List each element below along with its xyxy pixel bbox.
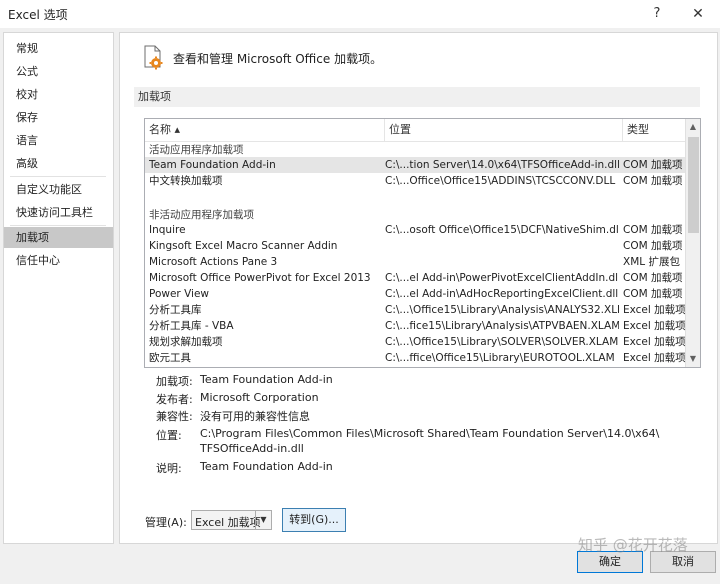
table-row[interactable]: Microsoft Office PowerPivot for Excel 20… xyxy=(145,270,685,286)
sidebar-item-advanced[interactable]: 高级 xyxy=(4,153,113,174)
row-type: XML 扩展包 xyxy=(623,256,680,268)
sidebar-item-addins[interactable]: 加载项 xyxy=(4,227,113,248)
row-name: 分析工具库 xyxy=(149,304,202,316)
table-row[interactable]: Inquire C:\...osoft Office\Office15\DCF\… xyxy=(145,222,685,238)
row-name: Microsoft Actions Pane 3 xyxy=(149,256,278,268)
row-type: Excel 加载项 xyxy=(623,336,685,348)
sidebar-divider xyxy=(10,176,106,177)
row-location: C:\...tion Server\14.0\x64\TFSOfficeAdd-… xyxy=(385,159,619,171)
row-name: Power View xyxy=(149,288,210,300)
detail-location-label: 位置: xyxy=(156,429,182,442)
detail-location-line1: C:\Program Files\Common Files\Microsoft … xyxy=(200,427,660,440)
chevron-down-icon[interactable]: ▼ xyxy=(255,511,271,529)
row-type: Excel 加载项 xyxy=(623,352,685,364)
row-name: 中文转换加载项 xyxy=(149,175,223,187)
main-panel: 查看和管理 Microsoft Office 加载项。 加载项 名称 ▴ 位置 … xyxy=(119,32,718,544)
row-type: Excel 加载项 xyxy=(623,320,685,332)
list-scrollbar[interactable]: ▲ ▼ xyxy=(685,119,700,367)
goto-button[interactable]: 转到(G)... xyxy=(282,508,346,532)
table-row[interactable]: 欧元工具 C:\...ffice\Office15\Library\EUROTO… xyxy=(145,350,685,366)
column-header-type[interactable]: 类型 xyxy=(623,119,685,141)
table-row[interactable]: Power View C:\...el Add-in\AdHocReportin… xyxy=(145,286,685,302)
section-title: 加载项 xyxy=(134,87,700,107)
sidebar-item-customize-ribbon[interactable]: 自定义功能区 xyxy=(4,179,113,200)
sidebar-item-quick-access-toolbar[interactable]: 快速访问工具栏 xyxy=(4,202,113,223)
row-name: 欧元工具 xyxy=(149,352,191,364)
table-row[interactable]: 中文转换加载项 C:\...Office\Office15\ADDINS\TCS… xyxy=(145,173,685,189)
detail-desc-value: Team Foundation Add-in xyxy=(200,460,333,473)
scroll-up-arrow-icon[interactable]: ▲ xyxy=(686,119,700,135)
row-location: C:\...el Add-in\PowerPivotExcelClientAdd… xyxy=(385,272,619,284)
sidebar: 常规 公式 校对 保存 语言 高级 自定义功能区 快速访问工具栏 加载项 信任中… xyxy=(3,32,114,544)
close-button[interactable]: ✕ xyxy=(687,4,709,24)
row-location: C:\...ffice\Office15\Library\EUROTOOL.XL… xyxy=(385,352,615,364)
row-name: Microsoft Office PowerPivot for Excel 20… xyxy=(149,272,371,284)
table-row[interactable]: Kingsoft Excel Macro Scanner Addin COM 加… xyxy=(145,238,685,254)
manage-label: 管理(A): xyxy=(145,516,187,529)
row-name: Team Foundation Add-in xyxy=(149,159,276,171)
table-row[interactable]: 规划求解加载项 C:\...\Office15\Library\SOLVER\S… xyxy=(145,334,685,350)
row-location: C:\...el Add-in\AdHocReportingExcelClien… xyxy=(385,288,619,300)
detail-desc-label: 说明: xyxy=(156,462,182,475)
sidebar-item-trust-center[interactable]: 信任中心 xyxy=(4,250,113,271)
detail-compat-value: 没有可用的兼容性信息 xyxy=(200,410,310,423)
row-name: Kingsoft Excel Macro Scanner Addin xyxy=(149,240,338,252)
row-name: 规划求解加载项 xyxy=(149,336,223,348)
detail-addin-value: Team Foundation Add-in xyxy=(200,373,333,386)
detail-location-line2: TFSOfficeAdd-in.dll xyxy=(200,442,304,455)
sidebar-item-formulas[interactable]: 公式 xyxy=(4,61,113,82)
page-header-text: 查看和管理 Microsoft Office 加载项。 xyxy=(173,52,383,66)
addins-settings-icon xyxy=(144,45,163,70)
row-location: C:\...osoft Office\Office15\DCF\NativeSh… xyxy=(385,224,619,236)
row-location: C:\...\Office15\Library\Analysis\ANALYS3… xyxy=(385,304,619,316)
row-location: C:\...fice15\Library\Analysis\ATPVBAEN.X… xyxy=(385,320,619,332)
row-type: COM 加载项 xyxy=(623,240,683,252)
detail-addin-label: 加载项: xyxy=(156,375,193,388)
sidebar-item-save[interactable]: 保存 xyxy=(4,107,113,128)
sidebar-item-language[interactable]: 语言 xyxy=(4,130,113,151)
addins-list: 名称 ▴ 位置 类型 活动应用程序加载项 Team Foundation Add… xyxy=(144,118,701,368)
row-type: COM 加载项 xyxy=(623,175,683,187)
scroll-down-arrow-icon[interactable]: ▼ xyxy=(686,351,700,367)
row-location: C:\...Office\Office15\ADDINS\TCSCCONV.DL… xyxy=(385,175,616,187)
table-row[interactable]: 分析工具库 - VBA C:\...fice15\Library\Analysi… xyxy=(145,318,685,334)
sidebar-item-general[interactable]: 常规 xyxy=(4,38,113,59)
table-row[interactable]: Team Foundation Add-in C:\...tion Server… xyxy=(145,157,685,173)
help-button[interactable]: ? xyxy=(646,4,668,24)
detail-publisher-value: Microsoft Corporation xyxy=(200,391,319,404)
group-label-active: 活动应用程序加载项 xyxy=(149,144,244,156)
watermark: 知乎 @花开花落 xyxy=(578,536,688,554)
row-name: 分析工具库 - VBA xyxy=(149,320,234,332)
detail-publisher-label: 发布者: xyxy=(156,393,193,406)
row-type: COM 加载项 xyxy=(623,272,683,284)
manage-select-value: Excel 加载项 xyxy=(195,516,261,529)
row-type: COM 加载项 xyxy=(623,159,683,171)
column-header-name[interactable]: 名称 ▴ xyxy=(145,119,385,141)
manage-select[interactable]: Excel 加载项 ▼ xyxy=(191,510,272,530)
row-location: C:\...\Office15\Library\SOLVER\SOLVER.XL… xyxy=(385,336,619,348)
detail-compat-label: 兼容性: xyxy=(156,410,193,423)
column-header-location[interactable]: 位置 xyxy=(385,119,623,141)
row-name: Inquire xyxy=(149,224,186,236)
window-title: Excel 选项 xyxy=(8,8,68,22)
table-row[interactable]: 分析工具库 C:\...\Office15\Library\Analysis\A… xyxy=(145,302,685,318)
table-row[interactable]: Microsoft Actions Pane 3 XML 扩展包 xyxy=(145,254,685,270)
row-type: Excel 加载项 xyxy=(623,304,685,316)
sidebar-item-proofing[interactable]: 校对 xyxy=(4,84,113,105)
row-type: COM 加载项 xyxy=(623,288,683,300)
row-type: COM 加载项 xyxy=(623,224,683,236)
title-bar: Excel 选项 ? ✕ xyxy=(0,0,720,28)
scrollbar-thumb[interactable] xyxy=(688,137,699,233)
group-label-inactive: 非活动应用程序加载项 xyxy=(149,209,254,221)
sidebar-divider xyxy=(10,225,106,226)
